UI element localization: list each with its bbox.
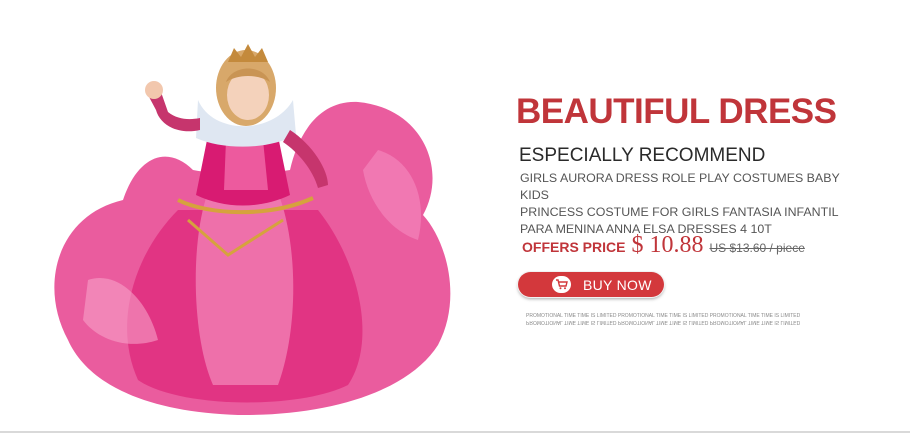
promo-text-reflection: PROMOTIONAL TIME TIME IS LIMITED PROMOTI… <box>526 319 801 325</box>
subheading: ESPECIALLY RECOMMEND <box>519 145 766 166</box>
product-image[interactable] <box>28 40 468 420</box>
current-price: $ 10.88 <box>631 232 704 258</box>
cart-icon <box>552 276 571 293</box>
product-description: GIRLS AURORA DRESS ROLE PLAY COSTUMES BA… <box>520 171 840 236</box>
headline: BEAUTIFUL DRESS <box>516 92 837 131</box>
product-banner: BEAUTIFUL DRESS ESPECIALLY RECOMMEND GIR… <box>0 0 910 447</box>
divider <box>0 431 910 433</box>
bodice-panel <box>224 140 268 190</box>
crown <box>228 44 268 62</box>
promo-strip: PROMOTIONAL TIME TIME IS LIMITED PROMOTI… <box>526 313 826 325</box>
original-price: US $13.60 / piece <box>709 241 805 255</box>
offers-price-label: OFFERS PRICE <box>522 239 626 255</box>
left-hand <box>145 81 163 99</box>
skirt-front-panel <box>195 198 294 385</box>
buy-now-label: BUY NOW <box>583 276 652 293</box>
buy-now-button[interactable]: BUY NOW <box>518 272 664 297</box>
price-row: OFFERS PRICE $ 10.88 US $13.60 / piece <box>522 232 805 262</box>
